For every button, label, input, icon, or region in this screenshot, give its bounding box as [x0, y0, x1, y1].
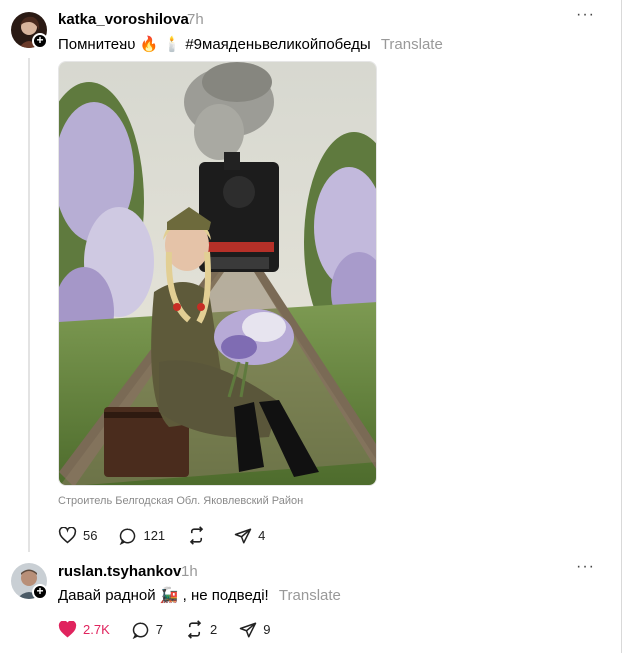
more-options-icon[interactable]: ···: [576, 6, 595, 24]
post-image[interactable]: [58, 61, 377, 486]
reply-comment-count: 7: [155, 622, 163, 637]
reply-more-options-icon[interactable]: ···: [576, 558, 595, 576]
thread-line: [28, 58, 30, 552]
comment-icon: [132, 621, 149, 639]
share-count: 4: [258, 528, 266, 543]
reply-follow-plus-icon[interactable]: +: [32, 584, 48, 600]
reply-share-count: 9: [263, 622, 271, 637]
send-icon: [234, 528, 252, 543]
reply-comment-button[interactable]: 7: [132, 621, 163, 639]
reply-repost-button[interactable]: 2: [185, 620, 217, 639]
like-button[interactable]: 56: [58, 527, 97, 544]
repost-button[interactable]: [187, 526, 212, 545]
post-caption: Помнитеᴚᴜ 🔥 🕯️ #9маяденьвеликойпобеды Tr…: [58, 35, 443, 53]
reply-like-count: 2.7K: [83, 622, 110, 637]
heart-filled-icon: [58, 621, 77, 638]
reply-share-button[interactable]: 9: [239, 621, 270, 639]
reply-username[interactable]: ruslan.tsyhankov: [58, 563, 181, 580]
post-text: Помнитеᴚᴜ 🔥 🕯️ #9маяденьвеликойпобеды: [58, 36, 371, 53]
translate-link[interactable]: Translate: [381, 36, 443, 53]
reply-time: 1h: [181, 563, 198, 580]
repost-icon: [187, 620, 202, 639]
reply-repost-count: 2: [209, 622, 218, 637]
location-label[interactable]: Строитель Белгодская Обл. Яковлевский Ра…: [58, 495, 303, 507]
reply-translate-link[interactable]: Translate: [279, 587, 341, 604]
heart-icon: [58, 527, 77, 544]
comment-count: 121: [143, 528, 166, 543]
right-border: [621, 0, 622, 653]
reply-like-button[interactable]: 2.7K: [58, 621, 110, 638]
reply-actions: 2.7K 7 2 9: [58, 620, 292, 639]
share-button[interactable]: 4: [234, 527, 265, 545]
reply-text: Давай радной 🚂 , не подведі!: [58, 587, 269, 604]
comment-button[interactable]: 121: [119, 527, 165, 545]
post-actions: 56 121 4: [58, 526, 287, 545]
post-time: 7h: [187, 11, 204, 28]
send-icon: [239, 622, 257, 637]
follow-plus-icon[interactable]: +: [32, 33, 48, 49]
post-username[interactable]: katka_voroshilova: [58, 11, 189, 28]
repost-icon: [190, 526, 204, 545]
comment-icon: [120, 527, 136, 545]
like-count: 56: [83, 528, 98, 543]
reply-caption: Давай радной 🚂 , не подведі! Translate: [58, 586, 341, 604]
